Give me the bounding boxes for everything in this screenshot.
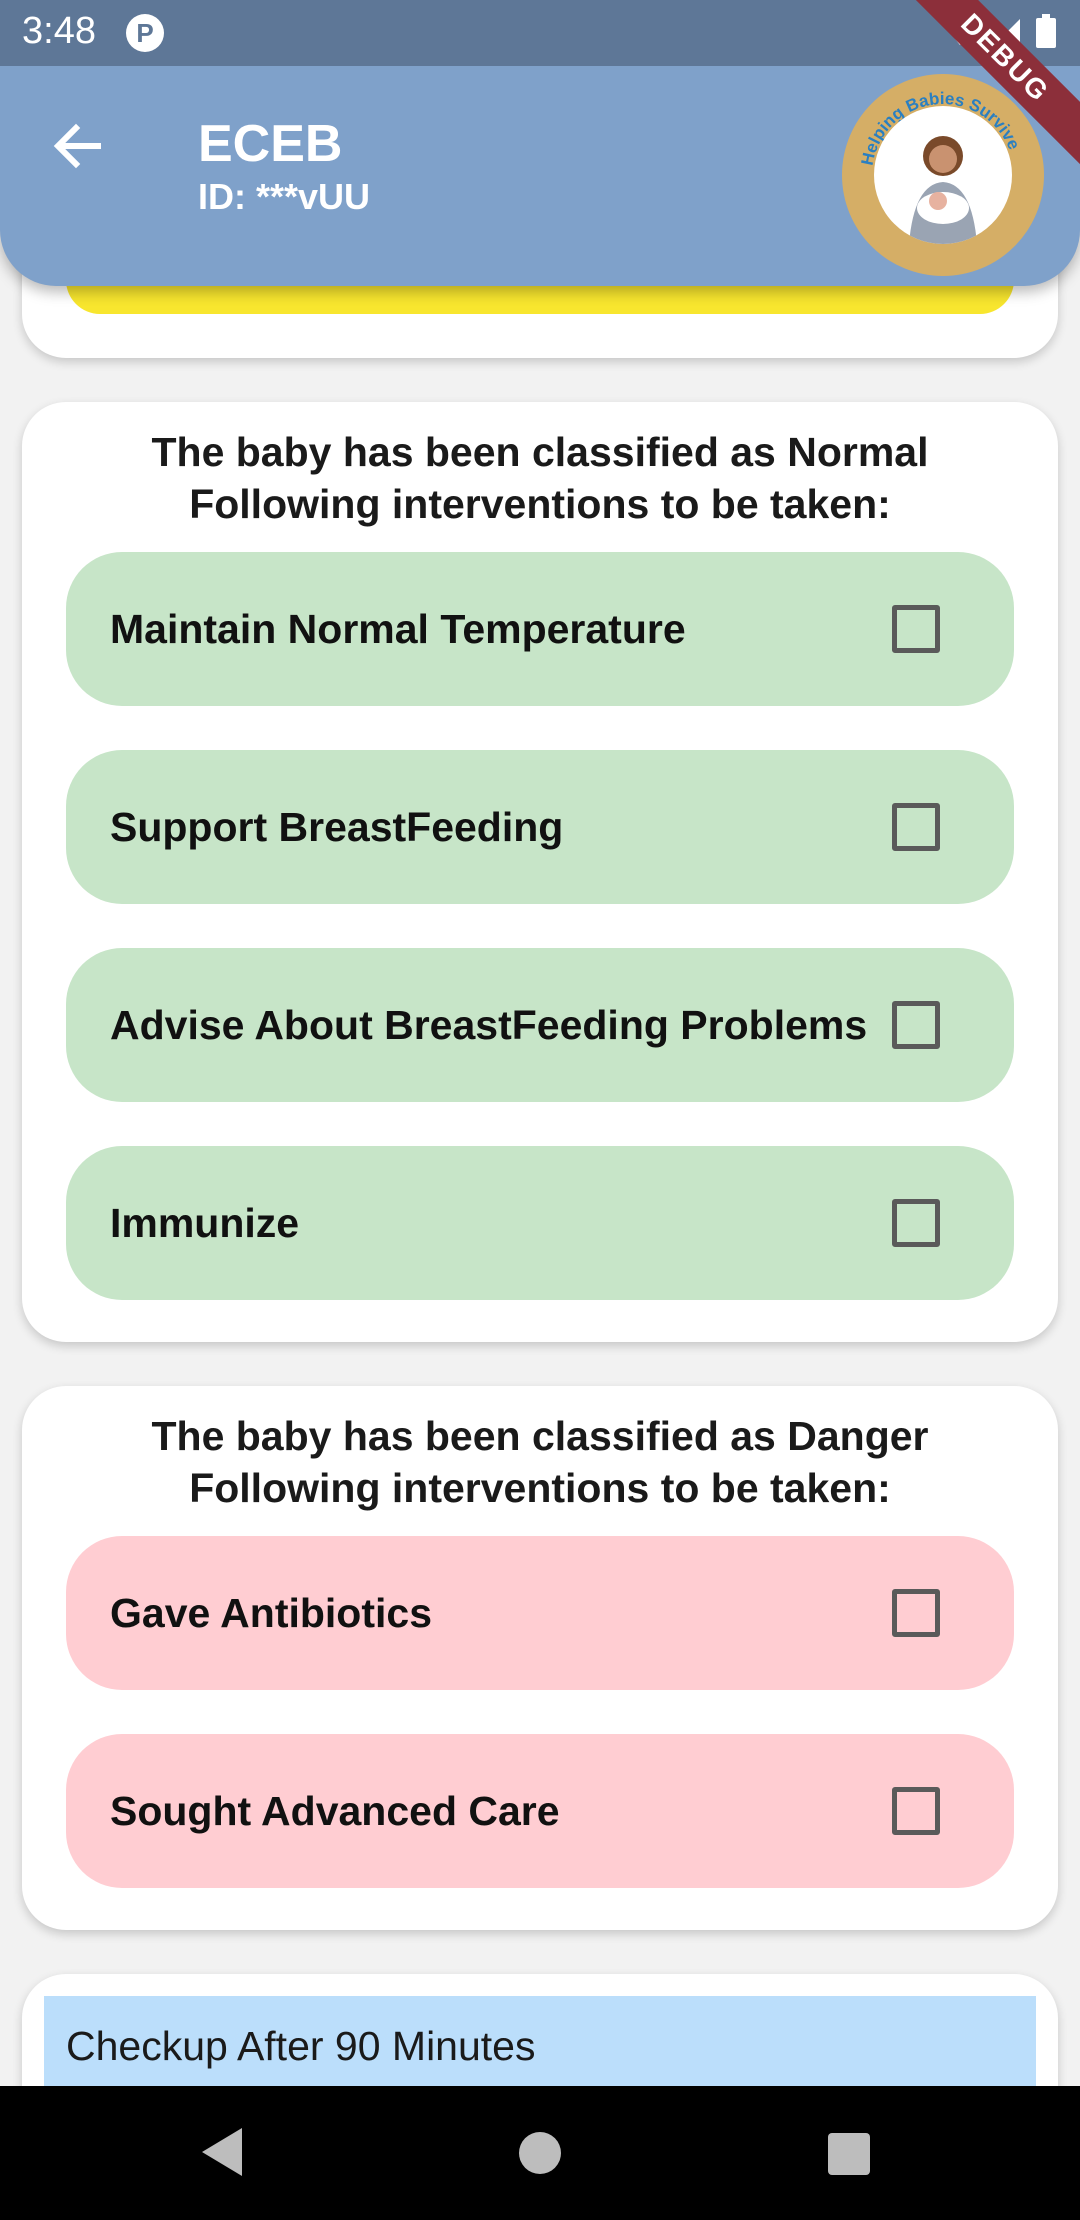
- intervention-label: Immunize: [110, 1200, 300, 1246]
- intervention-label: Maintain Normal Temperature: [110, 606, 686, 652]
- screen: 3:48 P ECEB ID: ***vUU Helping Babies Su…: [0, 0, 1080, 2220]
- app-bar: ECEB ID: ***vUU Helping Babies Survive: [0, 66, 1080, 286]
- status-bar: 3:48 P: [0, 0, 1080, 66]
- intervention-label: Gave Antibiotics: [110, 1590, 432, 1636]
- helping-babies-survive-logo: Helping Babies Survive: [842, 74, 1044, 276]
- intervention-item[interactable]: Support BreastFeeding: [66, 750, 1014, 904]
- intervention-checkbox[interactable]: [892, 803, 940, 851]
- normal-card-heading: The baby has been classified as Normal F…: [22, 402, 1058, 530]
- intervention-item[interactable]: Advise About BreastFeeding Problems: [66, 948, 1014, 1102]
- intervention-item[interactable]: Gave Antibiotics: [66, 1536, 1014, 1690]
- mother-baby-icon: [874, 106, 1012, 244]
- intervention-checkbox[interactable]: [892, 1199, 940, 1247]
- intervention-item[interactable]: Sought Advanced Care: [66, 1734, 1014, 1888]
- normal-heading-line2: Following interventions to be taken:: [189, 481, 891, 527]
- nav-back-icon[interactable]: [200, 2126, 244, 2178]
- intervention-label: Support BreastFeeding: [110, 804, 564, 850]
- notification-p-icon: P: [126, 14, 164, 52]
- intervention-label: Advise About BreastFeeding Problems: [110, 1002, 868, 1048]
- intervention-checkbox[interactable]: [892, 1001, 940, 1049]
- danger-heading-line2: Following interventions to be taken:: [189, 1465, 891, 1511]
- intervention-checkbox[interactable]: [892, 1787, 940, 1835]
- app-title: ECEB: [198, 115, 343, 173]
- intervention-label: Sought Advanced Care: [110, 1788, 560, 1834]
- checkup-header[interactable]: Checkup After 90 Minutes: [44, 1996, 1036, 2096]
- intervention-item[interactable]: Immunize: [66, 1146, 1014, 1300]
- intervention-checkbox[interactable]: [892, 605, 940, 653]
- intervention-checkbox[interactable]: [892, 1589, 940, 1637]
- system-navigation-bar: [0, 2086, 1080, 2220]
- battery-icon: [1036, 14, 1056, 48]
- danger-classification-card: The baby has been classified as Danger F…: [22, 1386, 1058, 1930]
- normal-classification-card: The baby has been classified as Normal F…: [22, 402, 1058, 1342]
- intervention-item[interactable]: Maintain Normal Temperature: [66, 552, 1014, 706]
- normal-heading-line1: The baby has been classified as Normal: [151, 429, 929, 475]
- danger-card-heading: The baby has been classified as Danger F…: [22, 1386, 1058, 1514]
- danger-heading-line1: The baby has been classified as Danger: [151, 1413, 929, 1459]
- back-arrow-icon[interactable]: [48, 116, 108, 176]
- nav-recents-icon[interactable]: [828, 2133, 870, 2175]
- status-time: 3:48: [22, 10, 96, 52]
- record-id: ID: ***vUU: [198, 176, 371, 217]
- nav-home-icon[interactable]: [519, 2132, 561, 2174]
